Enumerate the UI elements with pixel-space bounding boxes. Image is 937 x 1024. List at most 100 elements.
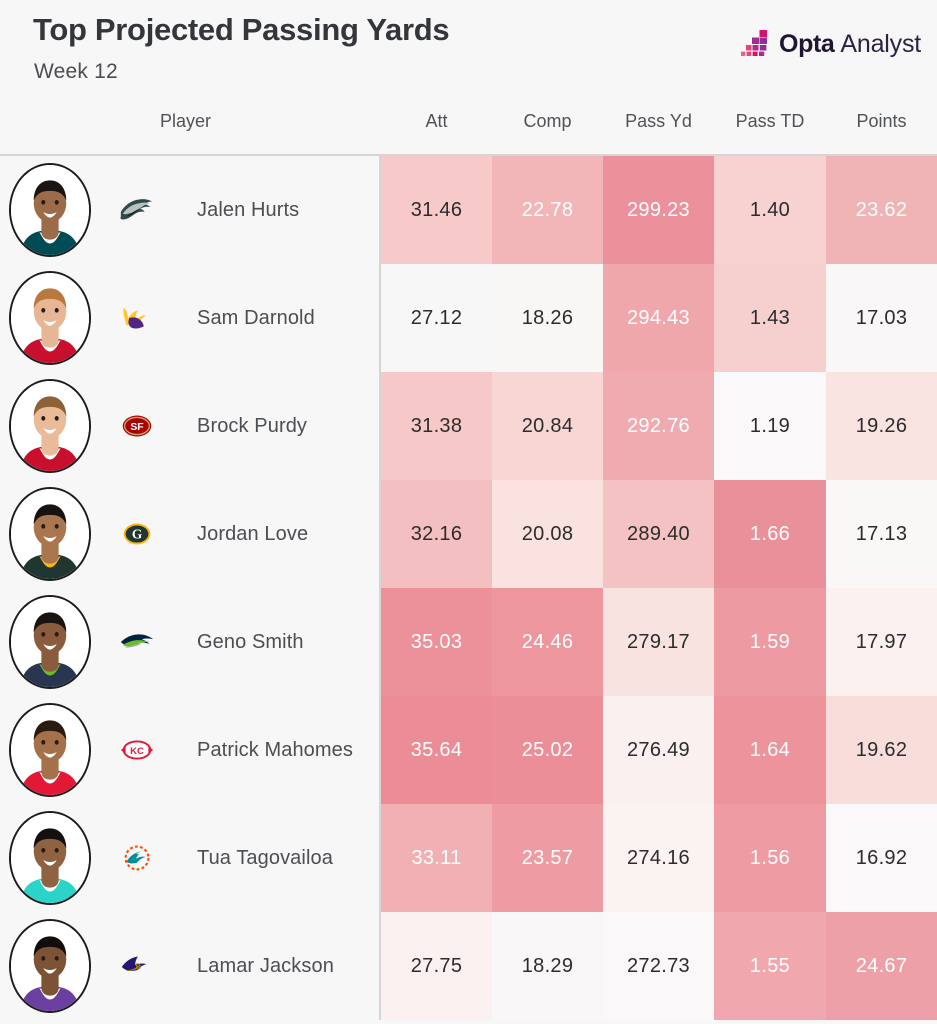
player-headshot-avatar xyxy=(9,487,91,581)
table-row[interactable]: B Lamar Jackson 27.75 18.29 272.73 1.55 24.67 xyxy=(0,912,937,1020)
packers-logo: G xyxy=(118,516,156,552)
cell-comp: 25.02 xyxy=(492,696,603,804)
cell-att: 27.12 xyxy=(381,264,492,372)
cell-comp: 23.57 xyxy=(492,804,603,912)
player-cell: SF Brock Purdy xyxy=(0,372,381,480)
cell-att: 31.46 xyxy=(381,156,492,264)
cell-points: 17.03 xyxy=(826,264,937,372)
table-row[interactable]: G Jordan Love 32.16 20.08 289.40 1.66 17.13 xyxy=(0,480,937,588)
player-name: Jalen Hurts xyxy=(197,199,300,221)
cell-points: 24.67 xyxy=(826,912,937,1020)
opta-bars-icon xyxy=(740,29,770,59)
player-cell: Tua Tagovailoa xyxy=(0,804,381,912)
player-name: Brock Purdy xyxy=(197,415,308,437)
player-name: Lamar Jackson xyxy=(197,955,334,977)
svg-text:SF: SF xyxy=(130,422,143,433)
player-headshot-avatar xyxy=(9,595,91,689)
table-row[interactable]: Geno Smith 35.03 24.46 279.17 1.59 17.97 xyxy=(0,588,937,696)
player-name: Geno Smith xyxy=(197,631,304,653)
svg-text:B: B xyxy=(135,961,141,971)
player-cell: G Jordan Love xyxy=(0,480,381,588)
brand-opta: Opta xyxy=(779,29,835,58)
cell-points: 17.13 xyxy=(826,480,937,588)
cell-pass-td: 1.55 xyxy=(714,912,826,1020)
player-cell: KC Patrick Mahomes xyxy=(0,696,381,804)
cell-comp: 20.84 xyxy=(492,372,603,480)
column-header-row: Player Att Comp Pass Yd Pass TD Points xyxy=(0,104,937,154)
table-row[interactable]: SF Brock Purdy 31.38 20.84 292.76 1.19 19.26 xyxy=(0,372,937,480)
cell-pass-yd: 289.40 xyxy=(603,480,714,588)
player-cell: Jalen Hurts xyxy=(0,156,381,264)
svg-text:G: G xyxy=(132,527,142,542)
cell-comp: 18.29 xyxy=(492,912,603,1020)
seahawks-logo xyxy=(118,624,156,660)
opta-analyst-logo: Opta Analyst xyxy=(740,29,921,59)
eagles-logo xyxy=(118,192,156,228)
cell-att: 32.16 xyxy=(381,480,492,588)
cell-comp: 22.78 xyxy=(492,156,603,264)
cell-pass-yd: 292.76 xyxy=(603,372,714,480)
player-name: Jordan Love xyxy=(197,523,309,545)
49ers-logo: SF xyxy=(118,408,156,444)
player-headshot-avatar xyxy=(9,919,91,1013)
cell-att: 27.75 xyxy=(381,912,492,1020)
cell-att: 33.11 xyxy=(381,804,492,912)
cell-pass-td: 1.40 xyxy=(714,156,826,264)
column-header-pass-yd: Pass Yd xyxy=(625,111,692,131)
cell-comp: 24.46 xyxy=(492,588,603,696)
header: Top Projected Passing Yards Week 12 Opta… xyxy=(0,0,937,100)
player-name: Sam Darnold xyxy=(197,307,315,329)
cell-pass-yd: 274.16 xyxy=(603,804,714,912)
svg-text:KC: KC xyxy=(130,746,144,757)
cell-att: 31.38 xyxy=(381,372,492,480)
player-cell: Geno Smith xyxy=(0,588,381,696)
cell-pass-td: 1.66 xyxy=(714,480,826,588)
table-row[interactable]: KC Patrick Mahomes 35.64 25.02 276.49 1.64 19.… xyxy=(0,696,937,804)
cell-pass-yd: 276.49 xyxy=(603,696,714,804)
dolphins-logo xyxy=(118,840,156,876)
column-header-att: Att xyxy=(425,111,448,131)
cell-pass-yd: 294.43 xyxy=(603,264,714,372)
page-title: Top Projected Passing Yards xyxy=(33,12,450,47)
column-header-pass-td: Pass TD xyxy=(735,111,805,131)
vikings-logo xyxy=(118,300,156,336)
player-headshot-avatar xyxy=(9,163,91,257)
brand-analyst: Analyst xyxy=(840,29,921,58)
player-headshot-avatar xyxy=(9,811,91,905)
cell-pass-td: 1.59 xyxy=(714,588,826,696)
cell-att: 35.64 xyxy=(381,696,492,804)
player-name: Patrick Mahomes xyxy=(197,739,353,761)
cell-points: 16.92 xyxy=(826,804,937,912)
cell-points: 19.62 xyxy=(826,696,937,804)
cell-points: 17.97 xyxy=(826,588,937,696)
player-headshot-avatar xyxy=(9,703,91,797)
cell-att: 35.03 xyxy=(381,588,492,696)
cell-points: 23.62 xyxy=(826,156,937,264)
chiefs-logo: KC xyxy=(118,732,156,768)
cell-pass-td: 1.19 xyxy=(714,372,826,480)
infographic-root: Top Projected Passing Yards Week 12 Opta… xyxy=(0,0,937,1024)
cell-comp: 18.26 xyxy=(492,264,603,372)
table-body: Jalen Hurts 31.46 22.78 299.23 1.40 23.62 Sam … xyxy=(0,156,937,1024)
cell-pass-yd: 279.17 xyxy=(603,588,714,696)
table-row[interactable]: Jalen Hurts 31.46 22.78 299.23 1.40 23.62 xyxy=(0,156,937,264)
cell-pass-yd: 272.73 xyxy=(603,912,714,1020)
cell-comp: 20.08 xyxy=(492,480,603,588)
ravens-logo: B xyxy=(118,948,156,984)
column-header-comp: Comp xyxy=(523,111,572,131)
cell-pass-td: 1.64 xyxy=(714,696,826,804)
table-row[interactable]: Tua Tagovailoa 33.11 23.57 274.16 1.56 16.92 xyxy=(0,804,937,912)
cell-pass-yd: 299.23 xyxy=(603,156,714,264)
table-row[interactable]: Sam Darnold 27.12 18.26 294.43 1.43 17.03 xyxy=(0,264,937,372)
cell-pass-td: 1.43 xyxy=(714,264,826,372)
column-header-points: Points xyxy=(856,111,907,131)
player-cell: B Lamar Jackson xyxy=(0,912,381,1020)
opta-wordmark: Opta Analyst xyxy=(779,30,921,59)
cell-pass-td: 1.56 xyxy=(714,804,826,912)
page-subtitle: Week 12 xyxy=(34,60,118,83)
player-name: Tua Tagovailoa xyxy=(197,847,333,869)
cell-points: 19.26 xyxy=(826,372,937,480)
player-cell: Sam Darnold xyxy=(0,264,381,372)
player-headshot-avatar xyxy=(9,379,91,473)
player-headshot-avatar xyxy=(9,271,91,365)
